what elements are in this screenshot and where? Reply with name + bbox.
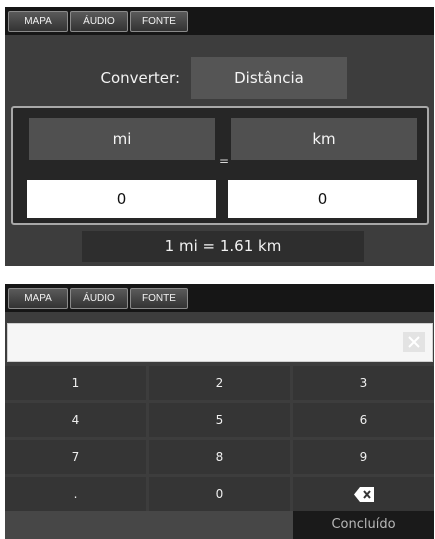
keypad-screen: MAPA ÁUDIO FONTE 1 2 3 4 5 6 7 8 9 . 0 C… — [5, 284, 434, 539]
done-button[interactable]: Concluído — [293, 511, 434, 539]
tab-fonte[interactable]: FONTE — [130, 11, 188, 32]
key-9[interactable]: 9 — [293, 440, 434, 474]
tab-mapa[interactable]: MAPA — [8, 11, 68, 32]
from-unit-button[interactable]: mi — [29, 118, 215, 160]
tab-bar: MAPA ÁUDIO FONTE — [5, 7, 434, 35]
key-5[interactable]: 5 — [149, 403, 290, 437]
conversion-ratio: 1 mi = 1.61 km — [82, 231, 364, 262]
equals-sign: = — [218, 154, 230, 168]
key-0[interactable]: 0 — [149, 477, 290, 511]
key-2[interactable]: 2 — [149, 366, 290, 400]
key-3[interactable]: 3 — [293, 366, 434, 400]
tab-audio[interactable]: ÁUDIO — [70, 11, 128, 32]
clear-x-icon[interactable] — [403, 332, 425, 352]
key-decimal[interactable]: . — [5, 477, 146, 511]
converter-label: Converter: — [100, 69, 181, 87]
unit-type-button[interactable]: Distância — [191, 57, 347, 99]
to-unit-button[interactable]: km — [231, 118, 417, 160]
key-1[interactable]: 1 — [5, 366, 146, 400]
tab-mapa[interactable]: MAPA — [8, 288, 68, 309]
to-value-field[interactable]: 0 — [228, 180, 417, 218]
converter-screen: MAPA ÁUDIO FONTE Converter: Distância mi… — [5, 7, 434, 266]
numeric-keypad: 1 2 3 4 5 6 7 8 9 . 0 — [5, 366, 434, 511]
conversion-panel: mi km = 0 0 — [11, 106, 429, 225]
key-8[interactable]: 8 — [149, 440, 290, 474]
key-6[interactable]: 6 — [293, 403, 434, 437]
backspace-key[interactable] — [293, 477, 434, 511]
tab-audio[interactable]: ÁUDIO — [70, 288, 128, 309]
tab-bar: MAPA ÁUDIO FONTE — [5, 284, 434, 312]
number-input[interactable] — [7, 323, 433, 362]
backspace-icon — [354, 487, 374, 502]
tab-fonte[interactable]: FONTE — [130, 288, 188, 309]
from-value-field[interactable]: 0 — [27, 180, 216, 218]
key-4[interactable]: 4 — [5, 403, 146, 437]
key-7[interactable]: 7 — [5, 440, 146, 474]
